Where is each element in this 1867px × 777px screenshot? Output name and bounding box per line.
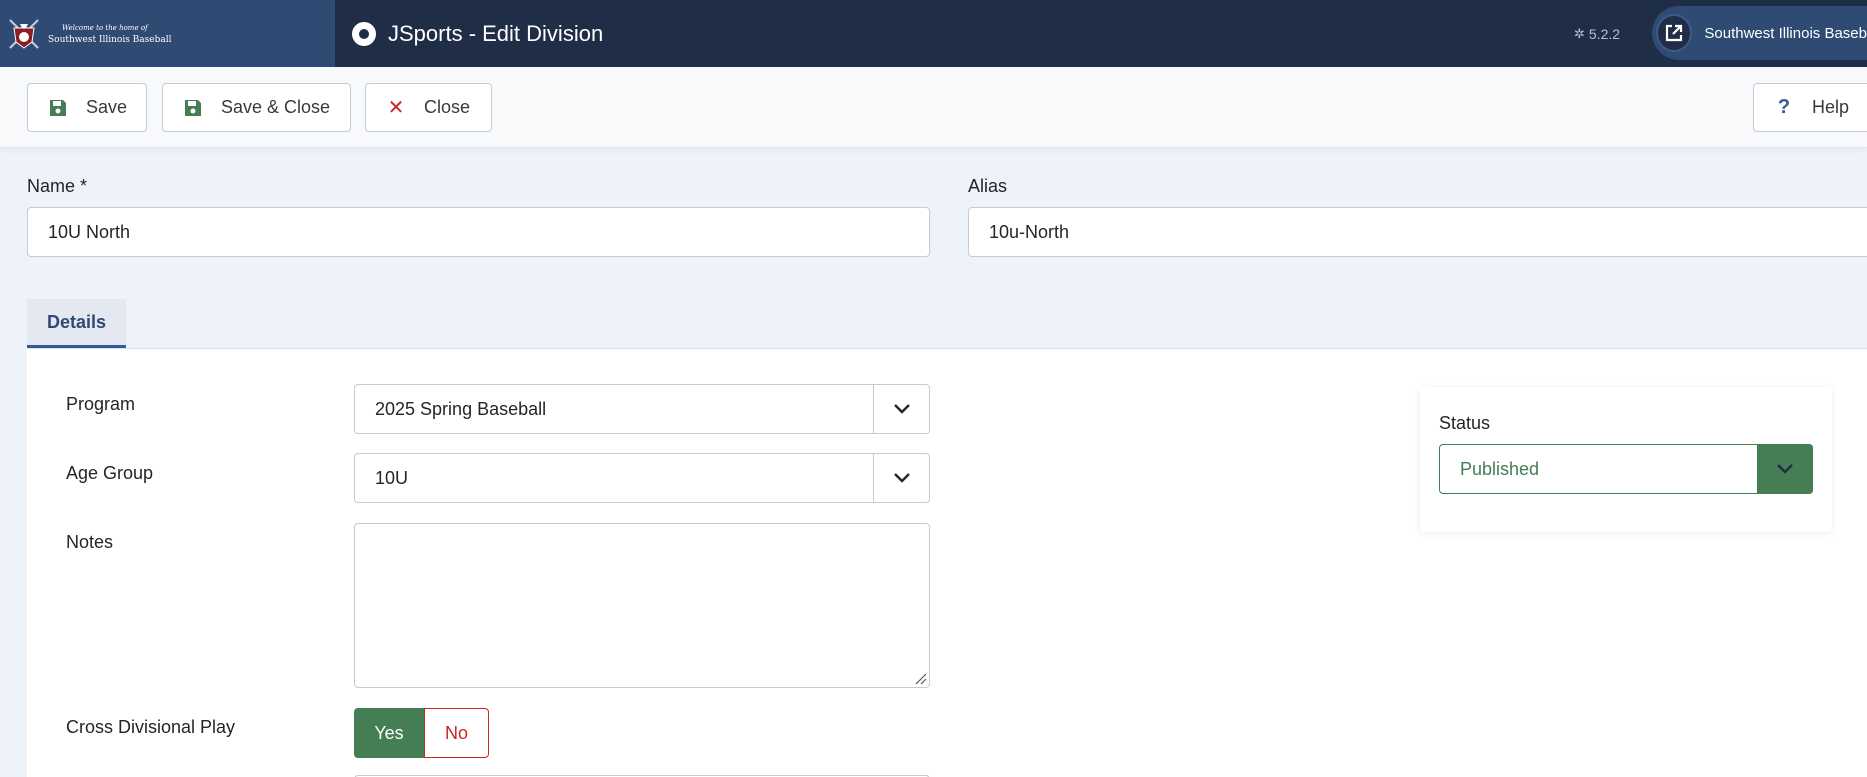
help-label: Help <box>1812 97 1850 117</box>
alias-label: Alias <box>968 176 1008 196</box>
question-icon: ? <box>1777 96 1791 118</box>
age-group-value: 10U <box>375 467 409 488</box>
help-button[interactable]: ? Help <box>1753 83 1867 132</box>
cross-divisional-toggle: Yes No <box>354 708 489 758</box>
save-close-label: Save & Close <box>221 97 331 117</box>
age-group-label: Age Group <box>66 463 154 483</box>
resize-handle-icon[interactable] <box>913 671 927 685</box>
view-site-link[interactable]: Southwest Illinois Baseball <box>1652 6 1867 60</box>
page-title: JSports - Edit Division <box>388 20 604 46</box>
page-title-area: JSports - Edit Division <box>352 0 603 67</box>
cross-divisional-no-button[interactable]: No <box>424 708 489 758</box>
cross-divisional-label: Cross Divisional Play <box>66 717 236 737</box>
program-label: Program <box>66 394 136 414</box>
chevron-down-icon <box>1757 444 1813 494</box>
baseball-logo-icon <box>6 16 42 52</box>
joomla-icon: ✲ <box>1574 25 1585 41</box>
app-header: Welcome to the home of Southwest Illinoi… <box>0 0 1867 67</box>
toolbar: Save Save & Close ✕ Close ? Help <box>0 67 1867 148</box>
notes-textarea[interactable] <box>354 523 930 688</box>
close-button[interactable]: ✕ Close <box>365 83 492 132</box>
alias-input[interactable]: 10u-North <box>968 207 1867 257</box>
status-select[interactable]: Published <box>1439 444 1813 494</box>
name-input[interactable]: 10U North <box>27 207 930 257</box>
status-label: Status <box>1439 413 1491 433</box>
brand-name: Southwest Illinois Baseball <box>48 34 172 45</box>
age-group-select[interactable]: 10U <box>354 453 930 503</box>
save-icon <box>48 98 68 118</box>
brand-tagline: Welcome to the home of <box>62 23 148 32</box>
save-close-button[interactable]: Save & Close <box>162 83 351 132</box>
version-number: 5.2.2 <box>1588 25 1621 42</box>
save-icon <box>183 98 203 118</box>
version-indicator: ✲ 5.2.2 <box>1574 0 1620 67</box>
external-link-icon <box>1656 14 1693 52</box>
brand-logo-link[interactable]: Welcome to the home of Southwest Illinoi… <box>0 0 335 67</box>
save-button[interactable]: Save <box>27 83 147 132</box>
status-value: Published <box>1460 458 1540 479</box>
program-select[interactable]: 2025 Spring Baseball <box>354 384 930 434</box>
name-label: Name * <box>27 176 88 196</box>
chevron-down-icon <box>873 454 929 502</box>
tab-details[interactable]: Details <box>27 299 126 348</box>
component-radio-icon <box>352 21 376 46</box>
notes-label: Notes <box>66 532 114 552</box>
cross-divisional-yes-button[interactable]: Yes <box>354 708 424 758</box>
close-label: Close <box>424 97 471 117</box>
close-icon: ✕ <box>387 97 405 119</box>
brand-text: Welcome to the home of Southwest Illinoi… <box>48 22 172 46</box>
program-value: 2025 Spring Baseball <box>375 398 547 419</box>
save-label: Save <box>86 97 128 117</box>
site-link-label: Southwest Illinois Baseball <box>1704 24 1867 42</box>
chevron-down-icon <box>873 385 929 433</box>
